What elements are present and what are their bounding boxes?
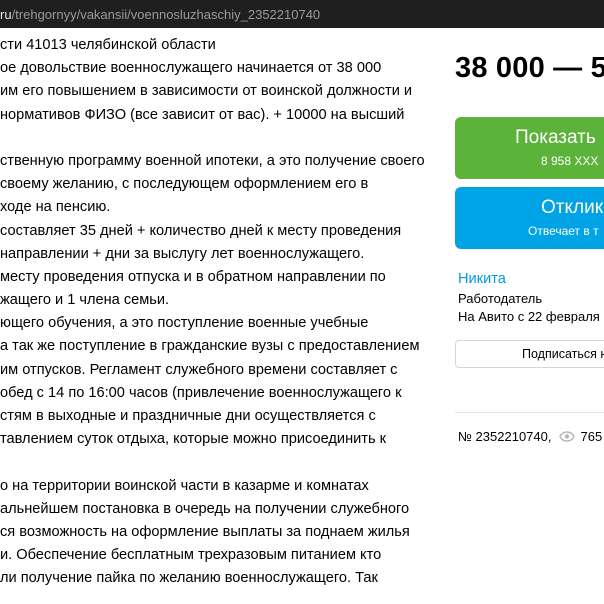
- description-line: тавлением суток отдыха, которые можно пр…: [0, 431, 387, 448]
- eye-icon: [559, 431, 576, 442]
- seller-since: На Авито с 22 февраля 2: [458, 309, 604, 324]
- description-line: ющего обучения, а это поступление военны…: [0, 315, 369, 332]
- description-line: составляет 35 дней + количество дней к м…: [0, 222, 402, 239]
- description-line: обед с 14 по 16:00 часов (привлечение во…: [0, 384, 402, 401]
- vacancy-description: сти 41013 челябинской области ое довольст…: [0, 34, 440, 591]
- seller-name-link[interactable]: Никита: [458, 271, 506, 287]
- description-line: жащего и 1 члена семьи.: [0, 292, 170, 309]
- description-line: им отпусков. Регламент служебного времен…: [0, 361, 398, 378]
- description-line: ся возможность на оформление выплаты за …: [0, 523, 410, 540]
- description-line: направлении + дни за выслугу лет военнос…: [0, 245, 365, 262]
- url-path: /trehgornyy/vakansii/voennosluzhaschiy_2…: [11, 6, 321, 22]
- phone-number-masked: 8 958 XXX: [541, 154, 599, 168]
- view-count: 765: [580, 429, 603, 444]
- description-line: им его повышением в зависимости от воинс…: [0, 83, 413, 100]
- description-line: альнейшем постановка в очередь на получе…: [0, 500, 410, 517]
- description-line: о на территории воинской части в казарме…: [0, 477, 369, 494]
- url-host: ru: [0, 6, 12, 22]
- respond-label: Отклик: [541, 197, 604, 218]
- description-line: а так же поступление в гражданские вузы …: [0, 338, 420, 355]
- description-line: ли получение пайка по желанию военнослуж…: [0, 570, 378, 587]
- ad-number: № 2352210740,: [458, 429, 552, 444]
- description-line: месту проведения отпуска и в обратном на…: [0, 268, 386, 285]
- show-phone-button[interactable]: Показать 8 958 XXX: [455, 117, 604, 179]
- description-line: и. Обеспечение бесплатным трехразовым пи…: [0, 547, 382, 564]
- description-line: стям в выходные и праздничные дни осущес…: [0, 408, 376, 424]
- description-line: ое довольствие военнослужащего начинаетс…: [0, 60, 382, 77]
- divider: [455, 412, 604, 413]
- salary-price: 38 000 — 5: [455, 52, 604, 84]
- respond-button[interactable]: Отклик Отвечает в т: [455, 187, 604, 249]
- address-bar[interactable]: ru/trehgornyy/vakansii/voennosluzhaschiy…: [0, 0, 604, 28]
- description-line: ходе на пенсию.: [0, 199, 111, 216]
- description-line: нормативов ФИЗО (все зависит от вас). + …: [0, 106, 405, 123]
- response-time-note: Отвечает в т: [528, 224, 599, 238]
- description-line: ственную программу военной ипотеки, а эт…: [0, 152, 425, 169]
- show-phone-label: Показать: [515, 127, 596, 148]
- description-line: сти 41013 челябинской области: [0, 37, 216, 53]
- seller-role: Работодатель: [458, 291, 543, 306]
- ad-meta: № 2352210740, 765: [458, 429, 602, 444]
- description-line: своему желанию, с последующем оформление…: [0, 176, 369, 193]
- subscribe-button[interactable]: Подписаться н: [455, 340, 604, 368]
